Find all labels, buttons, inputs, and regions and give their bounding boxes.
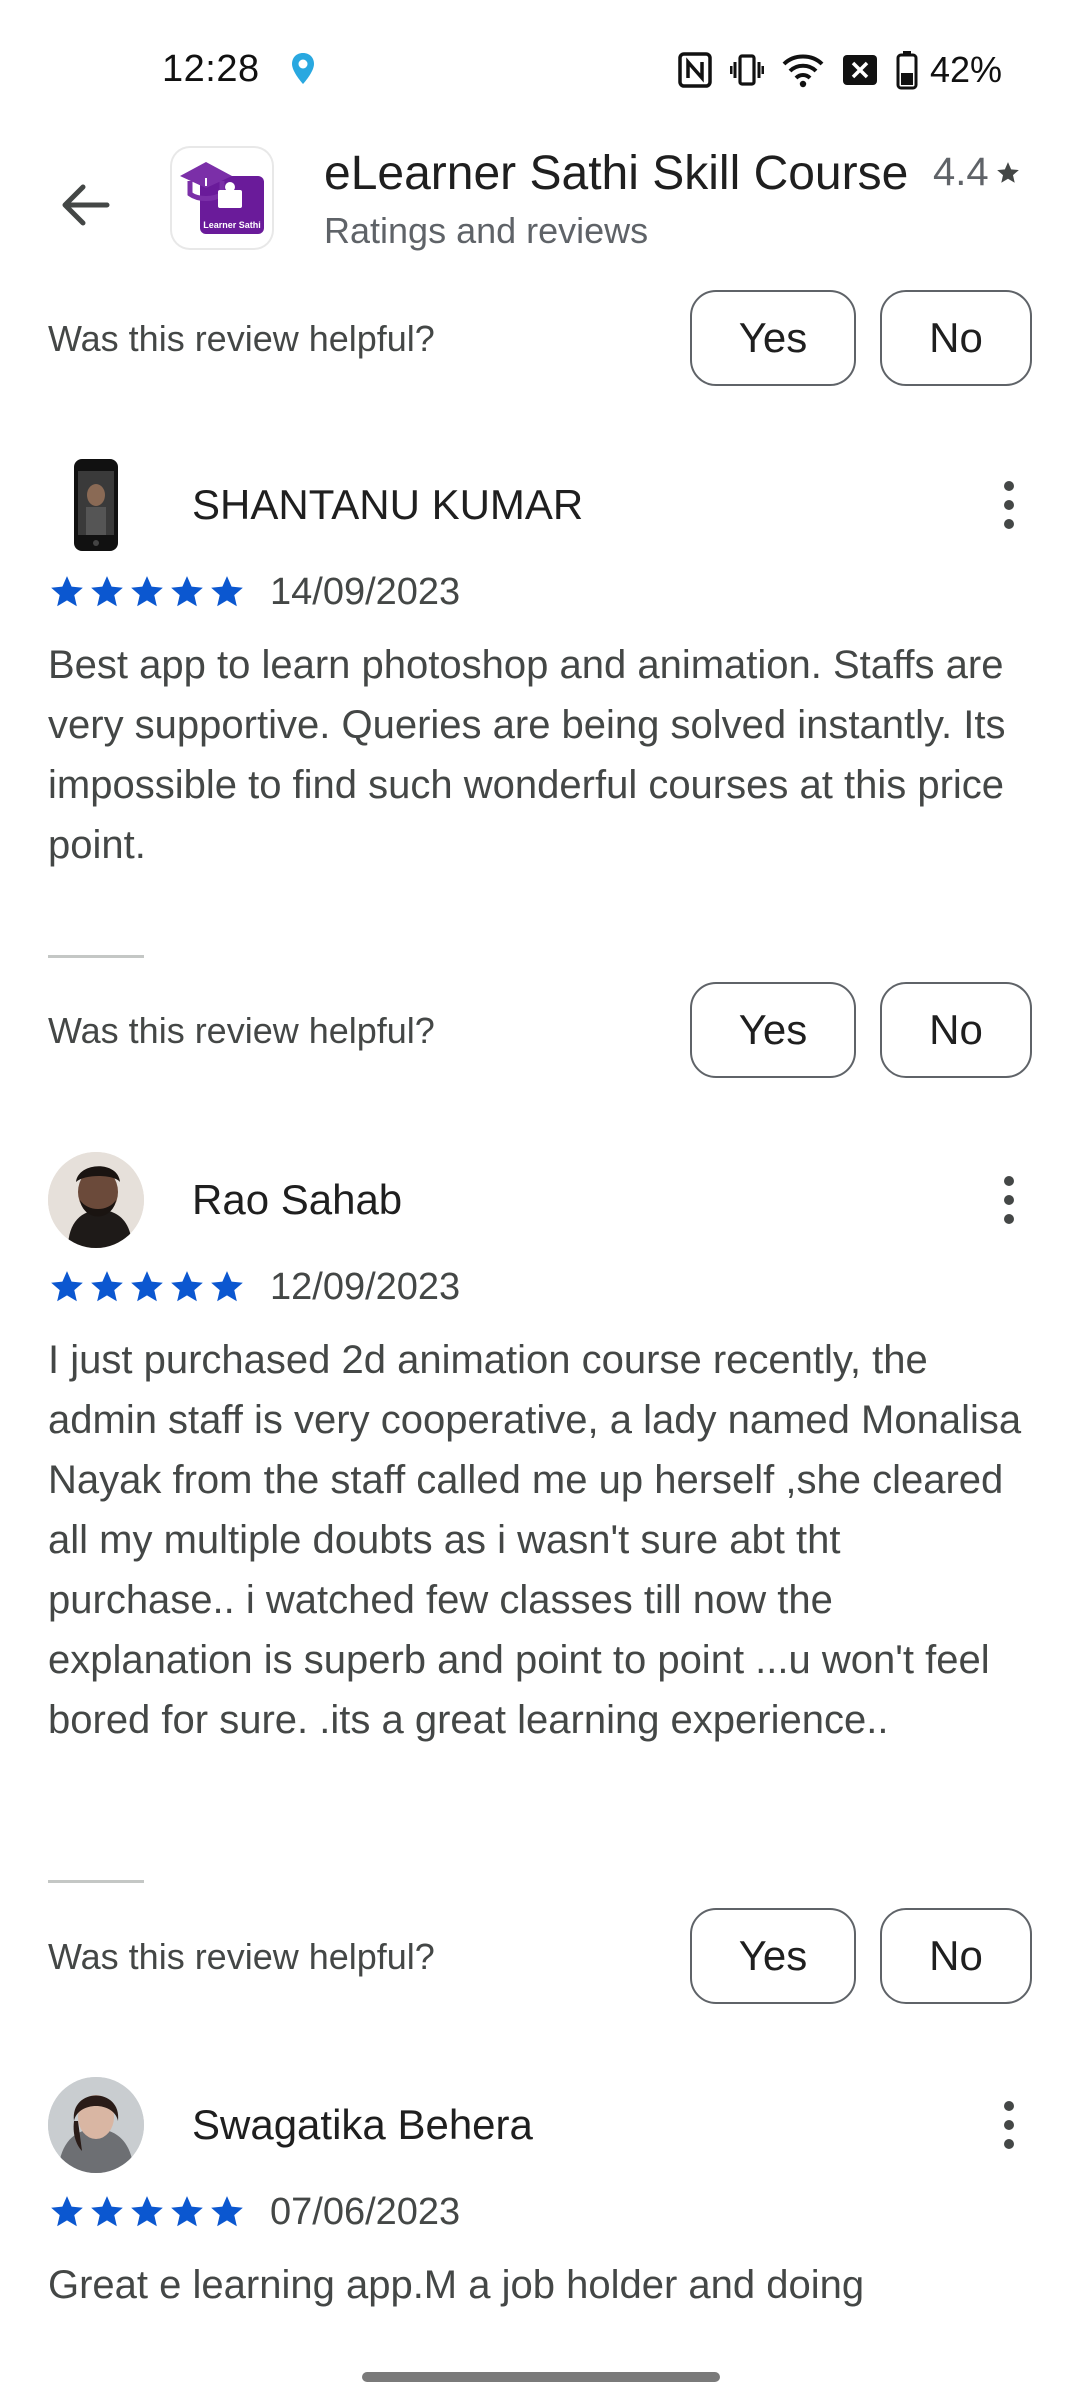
battery-percent: 42% — [929, 49, 1002, 90]
star-rating — [48, 2193, 246, 2231]
star-icon — [211, 576, 243, 607]
review-text: Best app to learn photoshop and animatio… — [48, 643, 1006, 867]
helpful-question: Was this review helpful? — [48, 1936, 435, 1977]
vibrate-icon — [729, 54, 764, 86]
helpful-yes-button[interactable]: Yes — [690, 290, 856, 386]
more-vert-icon — [1004, 481, 1014, 491]
rating-value: 4.4 — [933, 150, 989, 194]
star-icon — [171, 1271, 203, 1302]
star-icon — [91, 2196, 123, 2227]
more-options-button[interactable] — [984, 2089, 1034, 2161]
review-date: 14/09/2023 — [270, 570, 461, 613]
divider — [48, 955, 144, 958]
more-options-button[interactable] — [984, 1164, 1034, 1236]
app-title: eLearner Sathi Skill Course — [324, 147, 909, 200]
star-icon — [131, 2196, 163, 2227]
app-icon: Learner Sathi — [172, 148, 272, 248]
reviewer-name: Rao Sahab — [192, 1176, 403, 1223]
helpful-question: Was this review helpful? — [48, 318, 435, 359]
star-rating — [48, 573, 246, 611]
divider — [48, 1880, 144, 1883]
helpful-no-button[interactable]: No — [880, 1908, 1032, 2004]
location-icon — [292, 53, 314, 84]
helpful-yes-button[interactable]: Yes — [690, 1908, 856, 2004]
nfc-icon — [678, 52, 712, 88]
reviewer-row: SHANTANU KUMAR — [0, 455, 1080, 555]
reviewer-name: Swagatika Behera — [192, 2101, 533, 2148]
page-subtitle: Ratings and reviews — [324, 210, 649, 251]
star-icon — [211, 2196, 243, 2227]
star-icon — [91, 1271, 123, 1302]
star-icon — [171, 576, 203, 607]
star-icon — [51, 576, 83, 607]
star-icon — [131, 576, 163, 607]
star-icon — [171, 2196, 203, 2227]
gesture-nav-handle[interactable] — [362, 2372, 720, 2382]
star-icon — [131, 1271, 163, 1302]
review-date: 12/09/2023 — [270, 1265, 461, 1308]
status-icons: 42% — [678, 49, 1002, 90]
status-time: 12:28 — [162, 48, 260, 90]
review-rating: 14/09/2023 — [48, 567, 460, 617]
avatar-image — [48, 1152, 144, 1248]
avatar — [48, 457, 144, 553]
avatar — [48, 1152, 144, 1248]
app-logo-text: Learner Sathi — [203, 220, 261, 230]
no-sim-icon — [842, 55, 877, 85]
reviewer-row: Rao Sahab — [0, 1150, 1080, 1250]
review-text: I just purchased 2d animation course rec… — [48, 1338, 1022, 1742]
star-icon — [211, 1271, 243, 1302]
review-date: 07/06/2023 — [270, 2190, 461, 2233]
more-vert-icon — [1004, 2101, 1014, 2111]
reviewer-row: Swagatika Behera — [0, 2075, 1080, 2175]
star-icon — [91, 576, 123, 607]
star-icon — [51, 2196, 83, 2227]
star-icon — [996, 161, 1019, 183]
review-rating: 07/06/2023 — [48, 2187, 460, 2237]
app-logo: Learner Sathi — [180, 162, 264, 234]
app-rating: 4.4 — [933, 150, 1021, 195]
helpful-no-button[interactable]: No — [880, 982, 1032, 1078]
helpful-row: Was this review helpful? Yes No — [0, 1908, 1080, 2004]
more-vert-icon — [1004, 1176, 1014, 1186]
review-rating: 12/09/2023 — [48, 1262, 460, 1312]
more-options-button[interactable] — [984, 469, 1034, 541]
star-icon — [51, 1271, 83, 1302]
star-rating — [48, 1268, 246, 1306]
battery-icon — [896, 51, 918, 90]
helpful-question: Was this review helpful? — [48, 1010, 435, 1051]
helpful-yes-button[interactable]: Yes — [690, 982, 856, 1078]
avatar — [48, 2077, 144, 2173]
avatar-image — [48, 2077, 144, 2173]
reviewer-name: SHANTANU KUMAR — [192, 481, 584, 528]
back-button[interactable] — [50, 170, 120, 240]
status-bar: 12:28 42% — [0, 0, 1080, 140]
arrow-back-icon — [62, 184, 110, 226]
review-text: Great e learning app.M a job holder and … — [48, 2263, 865, 2307]
wifi-icon — [782, 54, 824, 88]
helpful-row: Was this review helpful? Yes No — [0, 290, 1080, 386]
app-header: Learner Sathi eLearner Sathi Skill Cours… — [0, 140, 1080, 270]
avatar-image — [74, 459, 118, 551]
helpful-no-button[interactable]: No — [880, 290, 1032, 386]
helpful-row: Was this review helpful? Yes No — [0, 982, 1080, 1078]
